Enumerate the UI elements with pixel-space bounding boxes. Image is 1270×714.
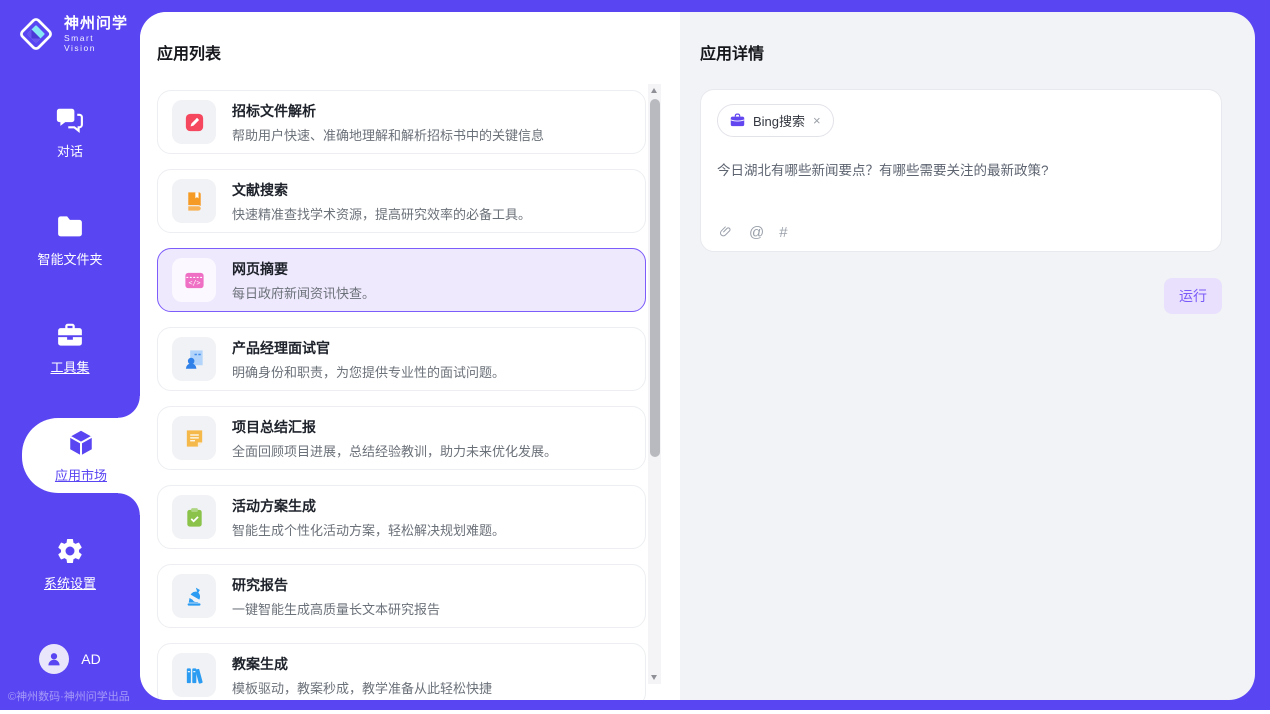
sidebar-item-smart-folder[interactable]: 智能文件夹 <box>0 202 140 277</box>
user-icon <box>45 650 63 668</box>
sidebar-item-app-market[interactable]: 应用市场 <box>22 418 140 493</box>
toolbox-icon <box>55 320 85 350</box>
lesson-plan-icon <box>172 653 216 697</box>
app-item-title: 招标文件解析 <box>232 101 544 121</box>
app-item-title: 活动方案生成 <box>232 496 505 516</box>
app-item-desc: 一键智能生成高质量长文本研究报告 <box>232 599 440 618</box>
sidebar-item-label: 工具集 <box>50 357 89 376</box>
app-item-desc: 明确身份和职责，为您提供专业性的面试问题。 <box>232 362 505 381</box>
app-detail-panel: 应用详情 Bing搜索 × 今日湖北有哪些新闻要点？有哪些需要关注的最新政策? … <box>680 12 1255 700</box>
app-list-item[interactable]: 项目总结汇报 全面回顾项目进展，总结经验教训，助力未来优化发展。 <box>157 406 646 470</box>
sidebar-item-label: 对话 <box>57 141 83 160</box>
sidebar-item-toolset[interactable]: 工具集 <box>0 310 140 385</box>
paperclip-icon[interactable] <box>718 224 734 240</box>
app-list-item[interactable]: 活动方案生成 智能生成个性化活动方案，轻松解决规划难题。 <box>157 485 646 549</box>
app-list-item[interactable]: 教案生成 模板驱动，教案秒成，教学准备从此轻松快捷 <box>157 643 646 700</box>
activity-plan-icon <box>172 495 216 539</box>
app-list: 招标文件解析 帮助用户快速、准确地理解和解析招标书中的关键信息 文献搜索 快速精… <box>157 90 646 700</box>
app-list-item[interactable]: 文献搜索 快速精准查找学术资源，提高研究效率的必备工具。 <box>157 169 646 233</box>
sidebar-item-label: 应用市场 <box>55 465 107 484</box>
app-list-item[interactable]: 研究报告 一键智能生成高质量长文本研究报告 <box>157 564 646 628</box>
app-item-title: 研究报告 <box>232 575 440 595</box>
tender-doc-icon <box>172 100 216 144</box>
hash-icon[interactable]: # <box>779 225 787 240</box>
sidebar-item-settings[interactable]: 系统设置 <box>0 526 140 601</box>
app-list-item[interactable]: 产品经理面试官 明确身份和职责，为您提供专业性的面试问题。 <box>157 327 646 391</box>
copyright-text: ©神州数码·神州问学出品 <box>8 688 138 704</box>
folder-icon <box>55 212 85 242</box>
run-button[interactable]: 运行 <box>1164 278 1222 314</box>
gear-icon <box>55 536 85 566</box>
avatar <box>39 644 69 674</box>
diamond-logo-icon <box>16 14 56 54</box>
app-item-desc: 快速精准查找学术资源，提高研究效率的必备工具。 <box>232 204 531 223</box>
app-detail-title: 应用详情 <box>700 40 1222 64</box>
tool-tag-label: Bing搜索 <box>753 111 805 130</box>
app-list-title: 应用列表 <box>157 40 680 64</box>
user-account[interactable]: AD <box>0 644 140 674</box>
mention-icon[interactable]: @ <box>749 225 764 240</box>
app-item-title: 文献搜索 <box>232 180 531 200</box>
briefcase-icon <box>729 112 746 129</box>
app-item-title: 产品经理面试官 <box>232 338 505 358</box>
app-item-title: 教案生成 <box>232 654 492 674</box>
sidebar: 神州问学 Smart Vision 对话 智能文件夹 工具集 <box>0 0 140 710</box>
sidebar-item-label: 智能文件夹 <box>37 249 102 268</box>
svg-text:</>: </> <box>188 279 200 287</box>
app-item-desc: 智能生成个性化活动方案，轻松解决规划难题。 <box>232 520 505 539</box>
app-item-desc: 全面回顾项目进展，总结经验教训，助力未来优化发展。 <box>232 441 557 460</box>
interviewer-icon <box>172 337 216 381</box>
sidebar-nav: 对话 智能文件夹 工具集 应用市场 <box>0 94 140 601</box>
web-summary-icon: </> <box>172 258 216 302</box>
brand-name: 神州问学 <box>64 15 130 34</box>
app-item-title: 网页摘要 <box>232 259 375 279</box>
app-list-panel: 应用列表 招标文件解析 帮助用户快速、准确地理解和解析招标书中的关键信息 <box>140 12 680 700</box>
bottom-strip <box>0 710 1270 714</box>
research-report-icon <box>172 574 216 618</box>
tag-close-icon[interactable]: × <box>812 113 822 128</box>
app-item-title: 项目总结汇报 <box>232 417 557 437</box>
scroll-up-icon[interactable] <box>648 84 661 98</box>
literature-search-icon <box>172 179 216 223</box>
list-scrollbar <box>648 84 661 684</box>
user-name: AD <box>81 651 100 667</box>
app-list-item[interactable]: 招标文件解析 帮助用户快速、准确地理解和解析招标书中的关键信息 <box>157 90 646 154</box>
chat-icon <box>55 104 85 134</box>
brand-subtitle: Smart Vision <box>64 33 130 53</box>
project-report-icon <box>172 416 216 460</box>
cube-icon <box>66 428 96 458</box>
query-input[interactable]: 今日湖北有哪些新闻要点？有哪些需要关注的最新政策? <box>717 161 1205 181</box>
input-toolbar: @ # <box>718 224 788 240</box>
prompt-card[interactable]: Bing搜索 × 今日湖北有哪些新闻要点？有哪些需要关注的最新政策? @ # <box>700 89 1222 252</box>
scroll-down-icon[interactable] <box>648 670 661 684</box>
app-item-desc: 每日政府新闻资讯快查。 <box>232 283 375 302</box>
app-list-item-selected[interactable]: </> 网页摘要 每日政府新闻资讯快查。 <box>157 248 646 312</box>
tool-tag-bing-search[interactable]: Bing搜索 × <box>717 104 834 137</box>
app-item-desc: 帮助用户快速、准确地理解和解析招标书中的关键信息 <box>232 125 544 144</box>
sidebar-item-chat[interactable]: 对话 <box>0 94 140 169</box>
brand-logo: 神州问学 Smart Vision <box>0 0 140 54</box>
app-item-desc: 模板驱动，教案秒成，教学准备从此轻松快捷 <box>232 678 492 697</box>
main-content: 应用列表 招标文件解析 帮助用户快速、准确地理解和解析招标书中的关键信息 <box>140 12 1255 700</box>
sidebar-item-label: 系统设置 <box>44 573 96 592</box>
scrollbar-thumb[interactable] <box>650 99 660 457</box>
